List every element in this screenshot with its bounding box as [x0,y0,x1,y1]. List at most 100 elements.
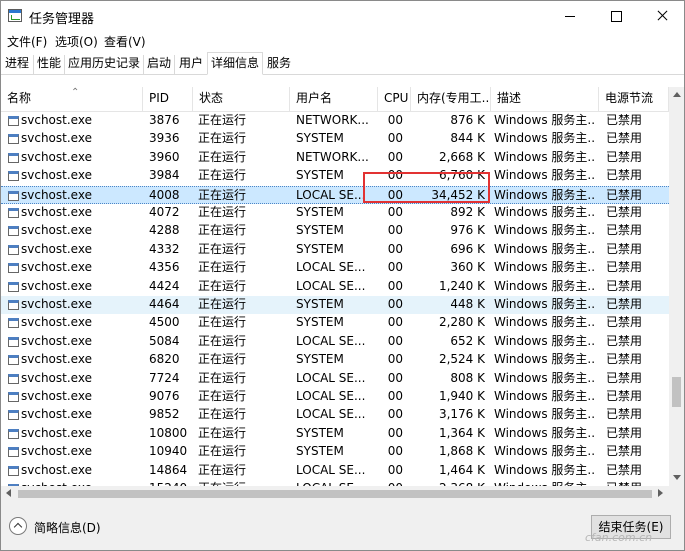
column-header-4[interactable]: CPU [378,87,411,111]
cell-mem: 976 K [450,223,485,238]
tab-4[interactable]: 用户 [175,55,207,74]
table-row[interactable]: svchost.exe 5084 正在运行 LOCAL SE... 00 652 K Win… [1,333,669,351]
scroll-right-icon[interactable] [658,489,663,497]
cell-user: LOCAL SE... [296,407,366,422]
cell-pid: 3876 [149,113,180,127]
table-row[interactable]: svchost.exe 4464 正在运行 SYSTEM 00 448 K Windows … [1,296,669,314]
cell-status: 正在运行 [198,260,247,275]
menu-item-1[interactable]: 选项(O) [55,33,98,50]
tab-6[interactable]: 服务 [263,55,295,74]
table-row[interactable]: svchost.exe 3936 正在运行 SYSTEM 00 844 K Windows … [1,130,669,148]
cell-status: 正在运行 [198,370,247,385]
cell-user: LOCAL SE... [296,260,366,275]
process-icon [8,392,19,402]
cell-name: svchost.exe [21,370,92,385]
cell-cpu: 00 [387,187,403,202]
fewer-details-link[interactable]: 简略信息(D) [34,519,101,536]
cell-pid: 3960 [149,149,180,164]
cell-name: svchost.exe [21,389,92,403]
scrollbar-corner [669,486,684,501]
minimize-button[interactable] [547,1,593,31]
table-row[interactable]: svchost.exe 4288 正在运行 SYSTEM 00 976 K Windows … [1,222,669,240]
column-header-7[interactable]: 电源节流 [599,87,669,111]
cell-name: svchost.exe [21,113,92,127]
cell-name: svchost.exe [21,462,92,477]
column-header-label: PID [149,91,170,105]
process-icon [8,134,19,145]
cell-cpu: 00 [387,444,403,459]
column-header-label: 内存(专用工... [417,91,491,105]
cell-power: 已禁用 [606,241,643,256]
cell-desc: Windows 服务主... [494,260,596,275]
cell-desc: Windows 服务主... [494,205,596,219]
horizontal-scroll-thumb[interactable] [18,490,652,498]
table-row[interactable]: svchost.exe 4072 正在运行 SYSTEM 00 892 K Windows … [1,204,669,222]
process-icon [8,336,19,347]
tab-1[interactable]: 性能 [34,55,65,74]
table-row[interactable]: svchost.exe 7724 正在运行 LOCAL SE... 00 808 K Win… [1,370,669,388]
column-header-label: 描述 [497,91,522,105]
table-row[interactable]: svchost.exe 10800 正在运行 SYSTEM 00 1,364 K Windo… [1,425,669,443]
column-header-0[interactable]: 名称 ⌃ [1,87,143,111]
scroll-down-icon[interactable] [673,475,681,480]
cell-name: svchost.exe [21,407,92,422]
table-row[interactable]: svchost.exe 14864 正在运行 LOCAL SE... 00 1,464 K… [1,462,669,480]
table-row[interactable]: svchost.exe 3984 正在运行 SYSTEM 00 6,760 K Window… [1,167,669,185]
tab-0[interactable]: 进程 [1,55,34,74]
column-header-3[interactable]: 用户名 [290,87,378,111]
vertical-scrollbar[interactable] [669,87,684,486]
table-row[interactable]: svchost.exe 3876 正在运行 NETWORK... 00 876 K Wind… [1,112,669,130]
table-row[interactable]: svchost.exe 3960 正在运行 NETWORK... 00 2,668 K Wi… [1,149,669,167]
title-bar: 任务管理器 [1,1,684,31]
column-header-2[interactable]: 状态 [193,87,290,111]
cell-cpu: 00 [387,278,403,293]
tab-3[interactable]: 启动 [144,55,175,74]
scroll-left-icon[interactable] [6,489,11,497]
cell-power: 已禁用 [606,131,643,146]
cell-pid: 10800 [149,425,188,440]
process-icon [8,116,19,126]
vertical-scroll-thumb[interactable] [672,377,681,407]
cell-cpu: 00 [387,462,403,477]
cell-pid: 5084 [149,333,180,348]
close-button[interactable] [639,1,684,31]
table-row[interactable]: svchost.exe 9852 正在运行 LOCAL SE... 00 3,176 K W… [1,406,669,424]
maximize-button[interactable] [593,1,639,31]
horizontal-scrollbar[interactable] [1,486,669,501]
cell-name: svchost.exe [21,297,92,311]
column-header-1[interactable]: PID [143,87,193,111]
cell-mem: 3,176 K [438,407,485,422]
column-header-6[interactable]: 描述 [491,87,599,111]
chevron-up-icon[interactable] [9,517,27,535]
table-row[interactable]: svchost.exe 4500 正在运行 SYSTEM 00 2,280 K Window… [1,314,669,332]
table-row[interactable]: svchost.exe 10940 正在运行 SYSTEM 00 1,868 K Windo… [1,443,669,461]
tab-5[interactable]: 详细信息 [207,52,263,75]
menu-item-2[interactable]: 查看(V) [104,33,146,50]
table-row[interactable]: svchost.exe 9076 正在运行 LOCAL SE... 00 1,940 K W… [1,388,669,406]
process-icon [8,244,19,255]
cell-user: LOCAL SE... [296,278,366,293]
scroll-up-icon[interactable] [673,92,681,97]
cell-power: 已禁用 [606,462,643,477]
cell-power: 已禁用 [606,333,643,348]
table-row[interactable]: svchost.exe 4332 正在运行 SYSTEM 00 696 K Windows … [1,241,669,259]
tab-2[interactable]: 应用历史记录 [65,55,144,74]
cell-name: svchost.exe [21,444,92,459]
cell-desc: Windows 服务主... [494,425,596,440]
table-row[interactable]: svchost.exe 4356 正在运行 LOCAL SE... 00 360 K Win… [1,259,669,277]
process-icon [8,226,19,237]
menu-item-0[interactable]: 文件(F) [7,33,47,50]
table-row[interactable]: svchost.exe 4008 正在运行 LOCAL SE... 00 34,452 K… [1,185,669,204]
sort-ascending-icon: ⌃ [71,87,80,98]
cell-cpu: 00 [387,389,403,403]
cell-user: LOCAL SE... [296,333,366,348]
cell-mem: 360 K [450,260,485,275]
table-row[interactable]: svchost.exe 6820 正在运行 SYSTEM 00 2,524 K Window… [1,351,669,369]
cell-pid: 4072 [149,205,180,219]
table-row[interactable]: svchost.exe 4424 正在运行 LOCAL SE... 00 1,240 K W… [1,278,669,296]
column-header-5[interactable]: 内存(专用工... [411,87,491,111]
cell-power: 已禁用 [606,297,643,311]
column-header-label: 状态 [199,91,224,105]
cell-name: svchost.exe [21,187,92,202]
cell-user: SYSTEM [296,205,344,219]
